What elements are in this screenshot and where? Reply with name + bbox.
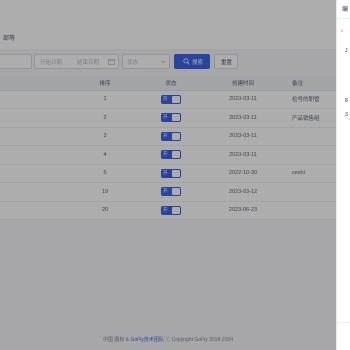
- drawer-divider: [337, 18, 350, 19]
- drawer-label-fragment: 8: [345, 98, 348, 104]
- edit-drawer: 编 * J 8 3: [336, 0, 350, 350]
- required-mark: *: [341, 30, 343, 36]
- drawer-label-fragment: 3: [345, 112, 348, 118]
- modal-overlay[interactable]: [0, 0, 336, 350]
- drawer-footer-divider: [337, 322, 350, 323]
- drawer-title: 编: [342, 7, 349, 13]
- drawer-label-fragment: J: [345, 48, 348, 54]
